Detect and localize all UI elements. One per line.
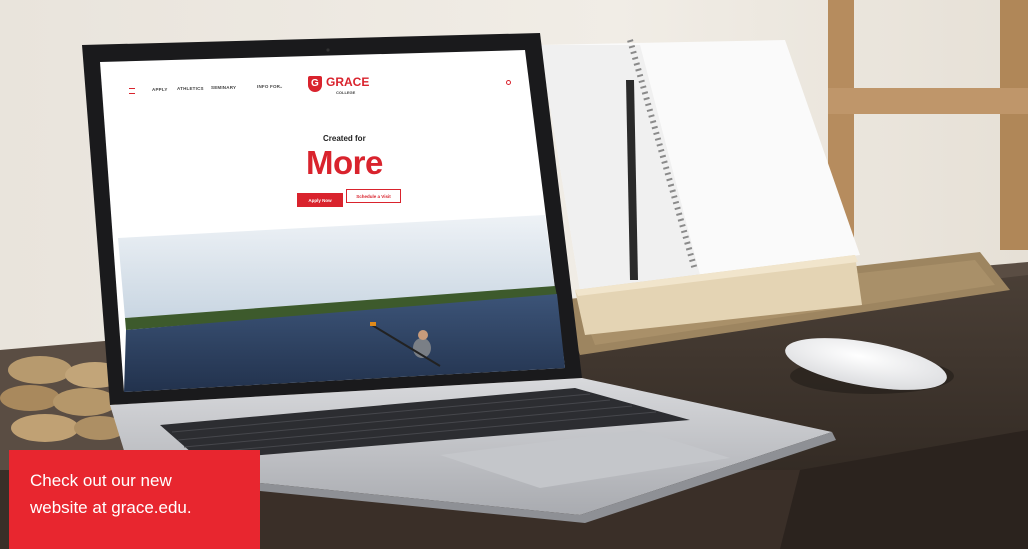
laptop-camera [326, 48, 330, 52]
ladder-rail [1000, 0, 1028, 250]
caption-line-2: website at grace.edu. [30, 498, 192, 517]
caption-banner: Check out our new website at grace.edu. [9, 450, 260, 549]
caption-line-1: Check out our new [30, 471, 172, 490]
wood-slice-coasters [0, 356, 126, 442]
ladder-rung [828, 88, 1028, 114]
